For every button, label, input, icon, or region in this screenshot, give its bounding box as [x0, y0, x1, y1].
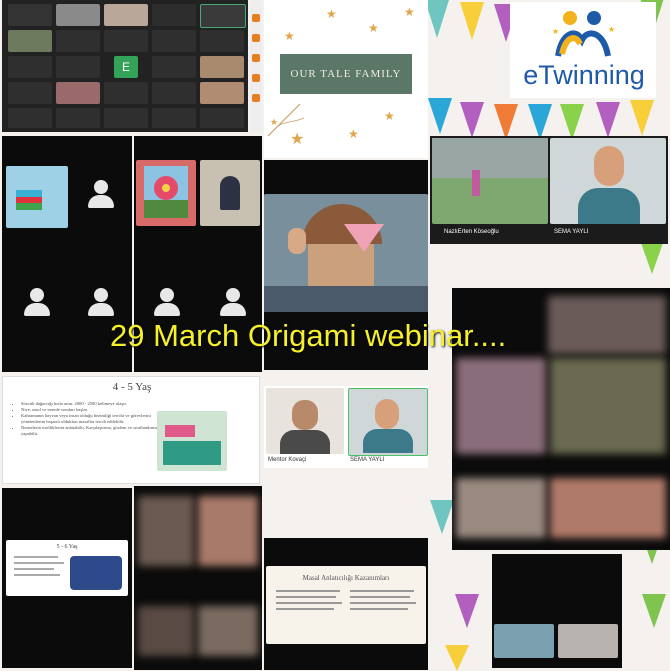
- video-tile[interactable]: [550, 478, 666, 538]
- video-tile[interactable]: [152, 82, 196, 104]
- speaker-video[interactable]: [264, 194, 428, 312]
- video-tile[interactable]: [56, 108, 100, 128]
- tale-title: OUR TALE FAMILY: [290, 68, 402, 80]
- video-tile[interactable]: [138, 496, 194, 566]
- video-tile[interactable]: [104, 30, 148, 52]
- slide-panel-age-5-6: 5 - 6 Yaş: [2, 488, 132, 668]
- star-icon: ★: [384, 109, 395, 123]
- logo-wordmark: eTwinning: [523, 60, 645, 90]
- bullet-item: Kahramanın hayvan veya insan olduğu hezi…: [21, 413, 171, 425]
- star-icon: ★: [368, 21, 379, 35]
- participant-name: SEMA YAYLI: [554, 229, 589, 235]
- video-tile[interactable]: [8, 108, 52, 128]
- slide-title: 5 - 6 Yaş: [56, 544, 78, 550]
- svg-text:★: ★: [552, 27, 559, 36]
- video-tile[interactable]: [558, 624, 618, 658]
- svg-text:★: ★: [608, 25, 615, 34]
- slide-panel-masal: Masal Anlatıcılığı Kazanımları: [264, 538, 428, 670]
- video-tile[interactable]: [152, 56, 196, 78]
- video-tile[interactable]: [548, 296, 666, 354]
- logo-figures-icon: ★ ★: [552, 11, 615, 57]
- bullet-item: Nesnelerin özelliklerini anlatabilir. Ka…: [21, 425, 171, 437]
- video-tile[interactable]: [200, 4, 246, 28]
- slide-age-4-5: 4 - 5 Yaş Sözcük dağarcığı hızla artar. …: [2, 376, 260, 484]
- flower-image: [144, 166, 188, 218]
- video-tile[interactable]: [152, 108, 196, 128]
- video-tile[interactable]: [348, 388, 428, 456]
- slide-title: Masal Anlatıcılığı Kazanımları: [302, 574, 390, 582]
- meeting-panel-mentor: Mentor Kovaçi SEMA YAYLI: [264, 386, 428, 468]
- video-tile[interactable]: [56, 4, 100, 26]
- video-tile[interactable]: [198, 606, 258, 656]
- video-tile[interactable]: [200, 30, 244, 52]
- video-tile[interactable]: [456, 478, 546, 538]
- tale-family-card: ★ ★ ★ ★ ★ ★ ★ ★ OUR TALE FAMILY: [264, 0, 428, 158]
- slide-masal: Masal Anlatıcılığı Kazanımları: [266, 566, 426, 644]
- video-tile[interactable]: [104, 82, 148, 104]
- app-icon[interactable]: [252, 54, 260, 62]
- etwinning-logo: ★ ★ eTwinning: [510, 2, 656, 98]
- video-tile[interactable]: [56, 82, 100, 104]
- video-tile[interactable]: [152, 30, 196, 52]
- slide-age-5-6: 5 - 6 Yaş: [6, 540, 128, 596]
- video-tile[interactable]: [104, 4, 148, 26]
- participant-figure: [220, 176, 240, 210]
- avatar-tile[interactable]: E: [114, 56, 138, 78]
- tale-title-box: OUR TALE FAMILY: [280, 54, 412, 94]
- video-tile[interactable]: [56, 30, 100, 52]
- meeting-panel-right-top: NazlıErten Köseoğlu SEMA YAYLI: [430, 136, 668, 244]
- video-tile[interactable]: [550, 358, 666, 454]
- participant-name: Mentor Kovaçi: [268, 457, 307, 463]
- video-tile[interactable]: [8, 56, 52, 78]
- avatar: [218, 288, 248, 318]
- participant-name: NazlıErten Köseoğlu: [444, 229, 499, 235]
- avatar: [86, 288, 116, 318]
- app-icon[interactable]: [252, 14, 260, 22]
- webinar-title: 29 March Origami webinar....: [110, 318, 507, 353]
- video-tile[interactable]: [8, 4, 52, 26]
- avatar: [86, 180, 116, 210]
- star-icon: ★: [348, 127, 359, 141]
- video-tile[interactable]: [198, 496, 258, 566]
- star-icon: ★: [284, 29, 295, 43]
- flag-azerbaijan-icon: [16, 190, 42, 210]
- video-tile[interactable]: [266, 388, 344, 454]
- zoom-gallery-panel: E: [2, 0, 248, 132]
- participant-panel-bottom-center: [134, 486, 262, 670]
- video-tile[interactable]: [200, 56, 244, 78]
- slide-bullets: Sözcük dağarcığı hızla artar. 2000 - 250…: [13, 401, 171, 437]
- app-icon[interactable]: [252, 74, 260, 82]
- video-tile[interactable]: [200, 108, 244, 128]
- video-tile[interactable]: [56, 56, 100, 78]
- origami-fox: [344, 224, 384, 252]
- avatar: [22, 288, 52, 318]
- wand-illustration: [267, 103, 305, 137]
- video-tile[interactable]: [8, 30, 52, 52]
- video-tile[interactable]: [138, 606, 194, 656]
- star-icon: ★: [326, 7, 337, 21]
- video-tile[interactable]: [456, 358, 546, 454]
- app-icon[interactable]: [252, 34, 260, 42]
- meeting-panel-bottom-right: [492, 554, 622, 668]
- video-tile[interactable]: [8, 82, 52, 104]
- avatar: [152, 288, 182, 318]
- video-tile[interactable]: [152, 4, 196, 26]
- participant-name: SEMA YAYLI: [350, 457, 385, 463]
- video-tile[interactable]: [432, 138, 548, 224]
- star-icon: ★: [404, 5, 415, 19]
- book-image: [157, 411, 227, 471]
- slide-title: 4 - 5 Yaş: [112, 381, 152, 393]
- side-app-strip: [250, 0, 262, 132]
- video-tile[interactable]: [200, 82, 244, 104]
- video-tile[interactable]: [104, 108, 148, 128]
- app-icon[interactable]: [252, 94, 260, 102]
- video-tile[interactable]: [494, 624, 554, 658]
- video-tile[interactable]: [550, 138, 666, 224]
